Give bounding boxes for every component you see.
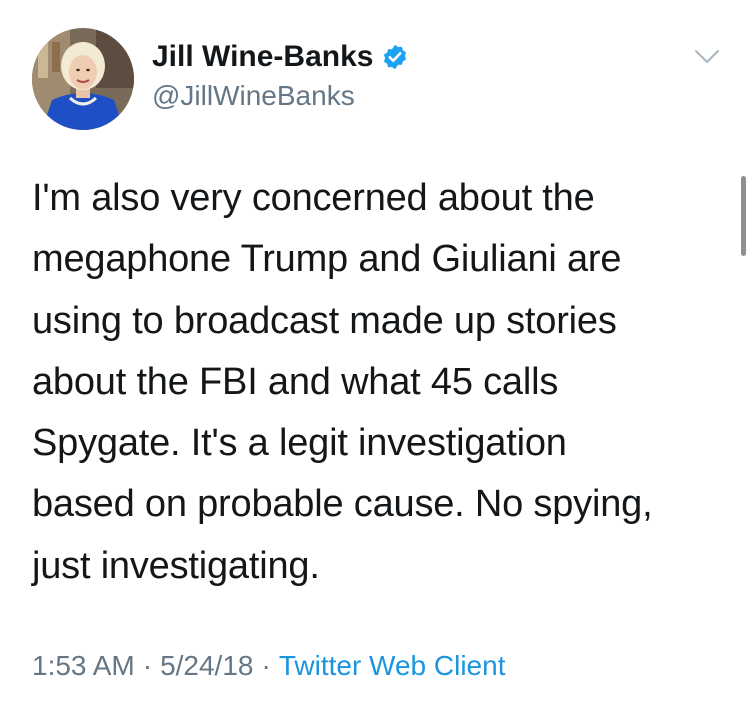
avatar[interactable] [32,28,134,130]
tweet-meta: 1:53 AM · 5/24/18 · Twitter Web Client [32,650,505,682]
tweet-text-line: I'm also very concerned about the [32,177,595,219]
meta-separator: · [142,650,153,681]
tweet-text: I'm also very concerned about the megaph… [32,168,722,597]
tweet-menu-button[interactable] [690,42,724,72]
tweet-card: Jill Wine-Banks @JillWineBanks I'm also … [0,0,750,704]
verified-badge-icon [381,43,409,71]
tweet-text-line: just investigating. [32,544,320,587]
tweet-text-line: based on probable cause. No spying, [32,483,653,526]
tweet-text-line: about the FBI and what 45 calls [32,360,559,403]
tweet-text-line: Spygate. It's a legit investigation [32,422,567,465]
client-link[interactable]: Twitter Web Client [279,650,506,681]
display-name[interactable]: Jill Wine-Banks [152,40,373,74]
tweet-time[interactable]: 1:53 AM [32,650,135,681]
user-handle[interactable]: @JillWineBanks [152,80,355,112]
profile-photo-icon [32,28,134,130]
author-name-row[interactable]: Jill Wine-Banks [152,40,409,74]
tweet-date[interactable]: 5/24/18 [160,650,253,681]
tweet-text-line: using to broadcast made up stories [32,299,617,342]
tweet-text-line: megaphone Trump and Giuliani are [32,238,622,281]
chevron-down-icon [695,50,719,63]
meta-separator: · [261,650,271,681]
scrollbar-thumb[interactable] [741,176,746,256]
